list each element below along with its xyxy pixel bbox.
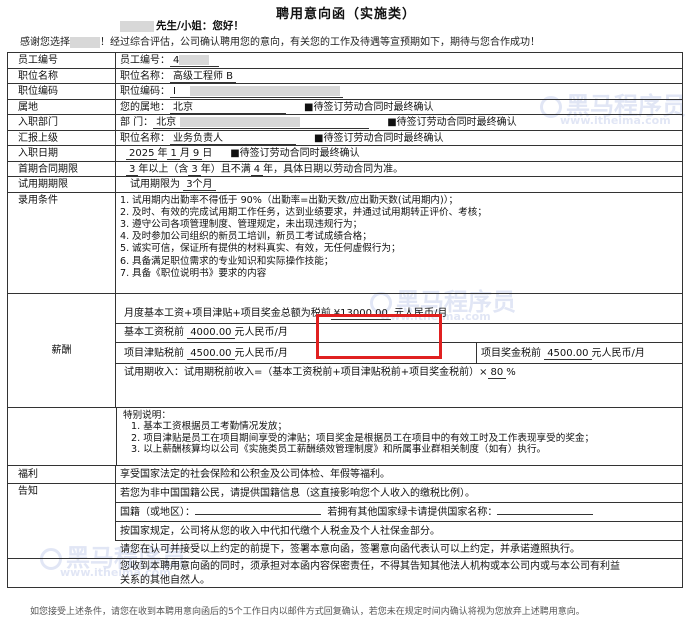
salary-probation: 试用期收入：试用期税前收入=（基本工资税前+项目津贴税前+项目奖金税前）× 80% (124, 366, 516, 379)
special-title: 特别说明： (123, 409, 171, 421)
list-item: 7. 具备《职位说明书》要求的内容 (120, 267, 267, 279)
list-item: 1. 基本工资根据员工考勤情况发放； (131, 421, 288, 432)
label-salary: 薪酬 (8, 293, 116, 407)
list-item: 5. 诚实可信，保证所有提供的材料真实、有效，无任何虚假行为； (120, 243, 401, 255)
row-position: 职位名称 职位名称： 高级工程师 B (7, 68, 683, 84)
doc-title: 聘用意向函（实施类） (275, 7, 416, 22)
list-item: 2. 项目津贴是员工在项目期间享受的津贴；项目奖金是根据员工在项目中的有效工时及… (131, 432, 595, 444)
row-location: 属地 您的属地： 北京 ■待签订劳动合同时最终确认 (7, 99, 683, 115)
row-conditions: 录用条件 1. 试用期内出勤率不得低于 90%（出勤率=出勤天数/应出勤天数(试用… (7, 192, 683, 294)
report-value: 业务负责人 (170, 133, 296, 145)
highlight-box (316, 314, 442, 359)
intro-text: 感谢您选择 ！经过综合评估，公司确认聘用您的意向，有关您的工作及待遇等宣预期如下，… (20, 36, 540, 48)
row-notice: 告知 若您为非中国国籍公民，请提供国籍信息（这直接影响您个人收入的缴税比例）。 … (7, 483, 683, 588)
position-code-value: I (170, 86, 343, 98)
dept-value: 北京 (153, 117, 370, 129)
row-start-date: 入职日期 2025 年 1 月 9 日 ■待签订劳动合同时最终确认 (7, 146, 683, 162)
row-dept: 入职部门 部 门： 北京 ■待签订劳动合同时最终确认 (7, 115, 683, 131)
row-contract: 首期合同期限 3 年以上（含 3 年）且不满 4 年，具体日期以劳动合同为准。 (7, 161, 683, 177)
probation-value: 3个月 (183, 179, 216, 191)
redacted-name (120, 20, 154, 32)
label-emp-id: 员工编号 (8, 53, 116, 68)
list-item: 2. 及时、有效的完成试用期工作任务，达到业绩要求，并通过试用期转正评价、考核； (120, 206, 487, 218)
location-note: ■待签订劳动合同时最终确认 (304, 101, 434, 113)
position-value: 高级工程师 B (170, 71, 237, 83)
location-value: 北京 (170, 102, 286, 114)
salary-bonus: 项目奖金税前 4500.00 元人民币/月 (476, 342, 645, 363)
list-item: 3. 遵守公司各项管理制度、管理规定，未出现违规行为； (120, 218, 363, 230)
dept-note: ■待签订劳动合同时最终确认 (387, 117, 517, 128)
redacted-company (70, 36, 100, 48)
row-report: 汇报上级 职位名称： 业务负责人 ■待签订劳动合同时最终确认 (7, 130, 683, 146)
conditions-list: 1. 试用期内出勤率不得低于 90%（出勤率=出勤天数/应出勤天数(试用期内)）；… (120, 195, 487, 280)
list-item: 3. 以上薪酬核算均以公司《实施类员工薪酬绩效管理制度》和所属事业群相关制度（如… (131, 444, 547, 455)
list-item: 1. 试用期内出勤率不得低于 90%（出勤率=出勤天数/应出勤天数(试用期内)）； (120, 194, 459, 206)
list-item: 4. 及时参加公司组织的新员工培训，新员工考试成绩合格； (120, 231, 372, 243)
row-welfare: 福利 享受国家法定的社会保险和公积金及公司体检、年假等福利。 (7, 465, 683, 484)
emp-id-value: 4 (170, 55, 219, 67)
list-item: 6. 具备满足职位需求的专业知识和实际操作技能； (120, 255, 334, 267)
footer-text: 如您接受上述条件，请您在收到本聘用意向函后的5个工作日内以邮件方式回复确认，若您… (30, 607, 585, 617)
row-special-notes: 特别说明： 1. 基本工资根据员工考勤情况发放； 2. 项目津贴是员工在项目期间… (7, 407, 683, 466)
row-probation: 试用期期限 试用期限为 3个月 (7, 177, 683, 193)
row-emp-id: 员工编号 员工编号： 4 (7, 53, 683, 69)
start-date-note: ■待签订劳动合同时最终确认 (230, 148, 360, 159)
row-position-code: 职位编码 职位编码： I (7, 84, 683, 100)
report-note: ■待签订劳动合同时最终确认 (314, 132, 444, 144)
greeting: 先生/小姐：您好！ (120, 18, 244, 33)
